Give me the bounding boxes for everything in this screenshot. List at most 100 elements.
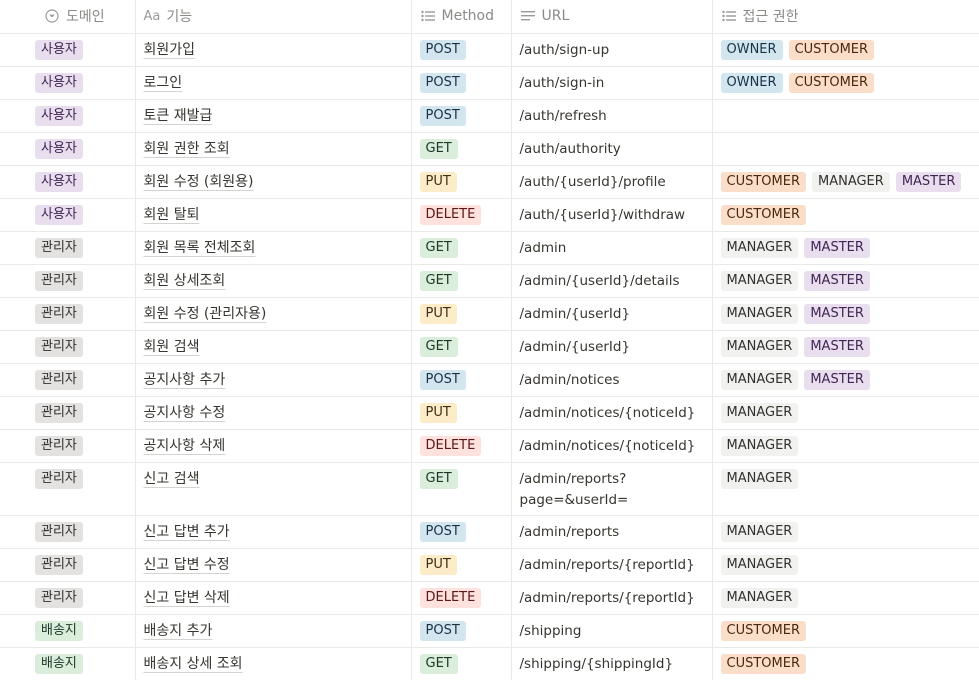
feature-title-link[interactable]: 신고 검색 [144, 471, 200, 487]
table-row[interactable]: 관리자 공지사항 추가 POST/admin/notices MANAGER MASTE… [0, 363, 979, 397]
feature-cell[interactable]: 회원 수정 (관리자용) [135, 297, 412, 331]
access-cell[interactable]: OWNER CUSTOMER [712, 66, 979, 100]
feature-title-link[interactable]: 회원 탈퇴 [144, 207, 200, 223]
access-cell[interactable]: CUSTOMER [712, 647, 979, 680]
feature-title-link[interactable]: 신고 답변 삭제 [144, 590, 230, 606]
method-cell[interactable]: POST [411, 363, 512, 397]
feature-cell[interactable]: 회원 검색 [135, 330, 412, 364]
access-cell[interactable] [712, 132, 979, 166]
feature-cell[interactable]: 신고 검색 [135, 462, 412, 516]
feature-title-link[interactable]: 회원가입 [144, 42, 196, 58]
url-cell[interactable]: /auth/{userId}/withdraw [511, 198, 713, 232]
method-cell[interactable]: POST [411, 66, 512, 100]
table-row[interactable]: 사용자 회원 수정 (회원용) PUT/auth/{userId}/profile C… [0, 165, 979, 199]
method-cell[interactable]: GET [411, 231, 512, 265]
method-cell[interactable]: POST [411, 99, 512, 133]
url-cell[interactable]: /auth/{userId}/profile [511, 165, 713, 199]
domain-cell[interactable]: 관리자 [0, 396, 136, 430]
domain-cell[interactable]: 배송지 [0, 614, 136, 648]
feature-cell[interactable]: 배송지 상세 조회 [135, 647, 412, 680]
domain-cell[interactable]: 배송지 [0, 647, 136, 680]
feature-title-link[interactable]: 회원 검색 [144, 339, 200, 355]
column-header-method[interactable]: Method [411, 0, 512, 34]
url-cell[interactable]: /admin [511, 231, 713, 265]
method-cell[interactable]: PUT [411, 297, 512, 331]
domain-cell[interactable]: 사용자 [0, 66, 136, 100]
url-cell[interactable]: /admin/notices [511, 363, 713, 397]
url-cell[interactable]: /admin/{userId} [511, 330, 713, 364]
domain-cell[interactable]: 사용자 [0, 132, 136, 166]
url-cell[interactable]: /admin/reports/{reportId} [511, 548, 713, 582]
table-row[interactable]: 관리자 공지사항 삭제 DELETE/admin/notices/{noticeId… [0, 429, 979, 463]
table-row[interactable]: 관리자 신고 답변 추가 POST/admin/reports MANAGER [0, 515, 979, 549]
access-cell[interactable]: MANAGER [712, 462, 979, 516]
url-cell[interactable]: /admin/reports [511, 515, 713, 549]
feature-title-link[interactable]: 로그인 [144, 75, 183, 91]
feature-cell[interactable]: 배송지 추가 [135, 614, 412, 648]
method-cell[interactable]: POST [411, 614, 512, 648]
column-header-url[interactable]: URL [511, 0, 713, 34]
url-cell[interactable]: /auth/refresh [511, 99, 713, 133]
url-cell[interactable]: /admin/notices/{noticeId} [511, 429, 713, 463]
domain-cell[interactable]: 사용자 [0, 198, 136, 232]
url-cell[interactable]: /shipping [511, 614, 713, 648]
feature-title-link[interactable]: 회원 권한 조회 [144, 141, 230, 157]
table-row[interactable]: 관리자 회원 검색 GET/admin/{userId} MANAGER MASTER [0, 330, 979, 364]
method-cell[interactable]: DELETE [411, 429, 512, 463]
domain-cell[interactable]: 관리자 [0, 548, 136, 582]
method-cell[interactable]: GET [411, 330, 512, 364]
feature-title-link[interactable]: 신고 답변 추가 [144, 524, 230, 540]
domain-cell[interactable]: 사용자 [0, 165, 136, 199]
feature-cell[interactable]: 공지사항 삭제 [135, 429, 412, 463]
url-cell[interactable]: /admin/reports?page=&userId= [511, 462, 713, 516]
feature-cell[interactable]: 회원 탈퇴 [135, 198, 412, 232]
access-cell[interactable]: MANAGER MASTER [712, 330, 979, 364]
access-cell[interactable]: CUSTOMER [712, 198, 979, 232]
url-cell[interactable]: /admin/reports/{reportId} [511, 581, 713, 615]
feature-cell[interactable]: 회원 수정 (회원용) [135, 165, 412, 199]
domain-cell[interactable]: 관리자 [0, 462, 136, 516]
table-row[interactable]: 사용자 회원가입 POST/auth/sign-up OWNER CUSTOMER [0, 33, 979, 67]
domain-cell[interactable]: 관리자 [0, 515, 136, 549]
method-cell[interactable]: DELETE [411, 581, 512, 615]
method-cell[interactable]: GET [411, 462, 512, 516]
url-cell[interactable]: /shipping/{shippingId} [511, 647, 713, 680]
access-cell[interactable]: OWNER CUSTOMER [712, 33, 979, 67]
access-cell[interactable]: MANAGER MASTER [712, 264, 979, 298]
table-row[interactable]: 관리자 회원 수정 (관리자용) PUT/admin/{userId} MANAGER… [0, 297, 979, 331]
domain-cell[interactable]: 관리자 [0, 231, 136, 265]
access-cell[interactable]: MANAGER [712, 396, 979, 430]
feature-title-link[interactable]: 배송지 추가 [144, 623, 213, 639]
feature-title-link[interactable]: 회원 수정 (관리자용) [144, 306, 267, 322]
feature-title-link[interactable]: 회원 상세조회 [144, 273, 226, 289]
method-cell[interactable]: GET [411, 132, 512, 166]
method-cell[interactable]: DELETE [411, 198, 512, 232]
url-cell[interactable]: /auth/sign-up [511, 33, 713, 67]
feature-title-link[interactable]: 공지사항 추가 [144, 372, 226, 388]
domain-cell[interactable]: 관리자 [0, 429, 136, 463]
access-cell[interactable]: CUSTOMER [712, 614, 979, 648]
feature-title-link[interactable]: 공지사항 삭제 [144, 438, 226, 454]
feature-cell[interactable]: 로그인 [135, 66, 412, 100]
access-cell[interactable]: CUSTOMER MANAGER MASTER [712, 165, 979, 199]
table-row[interactable]: 사용자 토큰 재발급 POST/auth/refresh [0, 99, 979, 133]
url-cell[interactable]: /auth/authority [511, 132, 713, 166]
access-cell[interactable]: MANAGER MASTER [712, 297, 979, 331]
feature-title-link[interactable]: 배송지 상세 조회 [144, 656, 243, 672]
feature-title-link[interactable]: 토큰 재발급 [144, 108, 213, 124]
access-cell[interactable]: MANAGER [712, 515, 979, 549]
table-row[interactable]: 배송지 배송지 상세 조회 GET/shipping/{shippingId} CUS… [0, 647, 979, 680]
feature-title-link[interactable]: 공지사항 수정 [144, 405, 226, 421]
method-cell[interactable]: PUT [411, 396, 512, 430]
feature-cell[interactable]: 회원가입 [135, 33, 412, 67]
table-row[interactable]: 사용자 회원 탈퇴 DELETE/auth/{userId}/withdraw CUS… [0, 198, 979, 232]
table-row[interactable]: 사용자 로그인 POST/auth/sign-in OWNER CUSTOMER [0, 66, 979, 100]
feature-cell[interactable]: 신고 답변 수정 [135, 548, 412, 582]
url-cell[interactable]: /auth/sign-in [511, 66, 713, 100]
feature-cell[interactable]: 신고 답변 추가 [135, 515, 412, 549]
access-cell[interactable] [712, 99, 979, 133]
feature-title-link[interactable]: 회원 수정 (회원용) [144, 174, 254, 190]
access-cell[interactable]: MANAGER [712, 548, 979, 582]
feature-cell[interactable]: 회원 상세조회 [135, 264, 412, 298]
feature-title-link[interactable]: 회원 목록 전체조회 [144, 240, 256, 256]
